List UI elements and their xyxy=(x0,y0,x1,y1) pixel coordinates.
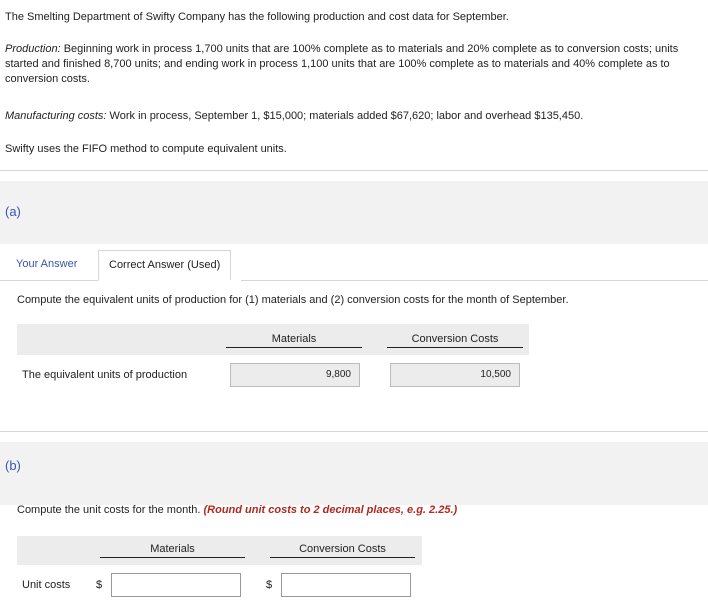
col-materials: Materials xyxy=(226,333,362,348)
tab-your-answer[interactable]: Your Answer xyxy=(6,250,87,281)
part-b-instruction: Compute the unit costs for the month. (R… xyxy=(17,503,707,518)
col-conversion-costs: Conversion Costs xyxy=(270,543,415,558)
tab-correct-answer[interactable]: Correct Answer (Used) xyxy=(98,250,232,281)
dollar-sign: $ xyxy=(266,579,273,591)
production-label: Production: xyxy=(5,43,61,55)
col-materials: Materials xyxy=(100,543,245,558)
method-text: Swifty uses the FIFO method to compute e… xyxy=(5,143,287,155)
rounding-hint: (Round unit costs to 2 decimal places, e… xyxy=(203,504,458,516)
problem-intro: The Smelting Department of Swifty Compan… xyxy=(5,11,509,23)
part-a-instruction: Compute the equivalent units of producti… xyxy=(17,294,569,306)
conversion-equivalent-units-field[interactable]: 10,500 xyxy=(390,363,520,387)
part-b-header: (b) xyxy=(0,442,708,505)
manufacturing-paragraph: Manufacturing costs: Work in process, Se… xyxy=(5,109,695,124)
divider xyxy=(0,170,708,171)
materials-unit-cost-input[interactable] xyxy=(111,573,241,597)
conversion-unit-cost-input[interactable] xyxy=(281,573,411,597)
manufacturing-text: Work in process, September 1, $15,000; m… xyxy=(106,110,584,122)
dollar-sign: $ xyxy=(96,579,103,591)
part-a-header: (a) xyxy=(0,181,708,244)
materials-equivalent-units-field[interactable]: 9,800 xyxy=(230,363,360,387)
manufacturing-label: Manufacturing costs: xyxy=(5,110,107,122)
equivalent-units-label: The equivalent units of production xyxy=(22,369,188,381)
part-b-label: (b) xyxy=(5,458,21,473)
production-paragraph: Production: Beginning work in process 1,… xyxy=(5,42,695,87)
divider xyxy=(0,431,708,432)
part-b-instruction-text: Compute the unit costs for the month. xyxy=(17,504,201,516)
unit-costs-label: Unit costs xyxy=(22,579,71,591)
part-a-label: (a) xyxy=(5,204,21,219)
col-conversion-costs: Conversion Costs xyxy=(387,333,523,348)
production-text: Beginning work in process 1,700 units th… xyxy=(5,43,679,85)
